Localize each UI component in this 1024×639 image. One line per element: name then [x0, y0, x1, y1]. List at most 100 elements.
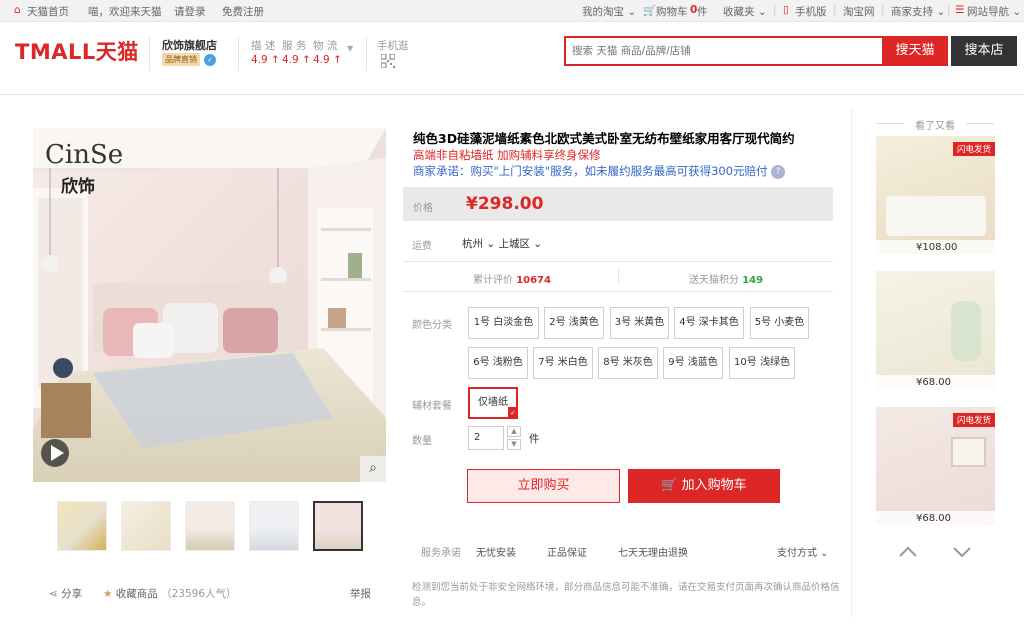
star-icon: ★ [103, 588, 113, 600]
price-label: 价格 [413, 203, 433, 214]
color-option-3[interactable]: 3号 米黄色 [610, 307, 669, 339]
service-return[interactable]: 七天无理由退换 [618, 544, 688, 559]
color-label: 颜色分类 [412, 320, 452, 331]
main-product-image[interactable]: CinSe 欣饰 ⌕ [33, 128, 386, 482]
recommend-item-2[interactable]: ¥68.00 [876, 271, 995, 389]
thumbnail-3[interactable] [185, 501, 235, 551]
merchant-label: 商家支持 [891, 6, 933, 18]
report-link[interactable]: 举报 [350, 586, 371, 601]
color-option-6[interactable]: 6号 浅粉色 [468, 347, 528, 379]
merchant-support-link[interactable]: 商家支持 ⌄ [891, 4, 945, 19]
recommend-plant-image [951, 301, 981, 361]
dsr-label-logistics: 物 流 [313, 40, 338, 52]
play-video-button[interactable] [41, 439, 69, 467]
recommend-bed-image [886, 196, 986, 236]
sitenav-label: 网站导航 [967, 6, 1009, 18]
dsr-value-service: 4.9 ↑ [282, 54, 311, 66]
color-option-9[interactable]: 9号 浅蓝色 [663, 347, 723, 379]
divider: | [947, 4, 951, 16]
add-to-cart-button[interactable]: 🛒 加入购物车 [628, 469, 780, 503]
login-link[interactable]: 请登录 [174, 4, 206, 19]
shipping-location-select[interactable]: 杭州 ⌄ 上城区 ⌄ [462, 236, 542, 251]
flash-delivery-badge: 闪电发货 [952, 142, 995, 156]
dsr-label-desc: 描 述 [251, 40, 276, 52]
search-tmall-button[interactable]: 搜天猫 [882, 36, 948, 66]
merchant-promise[interactable]: 商家承诺：购买"上门安装"服务，如未履约服务最高可获得300元赔付 ? [413, 163, 786, 179]
cart-icon[interactable]: 🛒 [643, 4, 656, 17]
cart-unit: 件 [697, 6, 708, 18]
payment-methods-dropdown[interactable]: 支付方式 ⌄ [777, 544, 829, 559]
recommend-item-1[interactable]: 闪电发货 ¥108.00 [876, 136, 995, 254]
security-notice: 检测到您当前处于非安全网络环境，部分商品信息可能不准确，请在交易支付页面再次确认… [412, 582, 840, 608]
recommend-item-3[interactable]: 闪电发货 ¥68.00 [876, 407, 995, 525]
points-label: 送天猫积分 [689, 275, 739, 286]
dsr-label-service: 服 务 [282, 40, 307, 52]
search-shop-button[interactable]: 搜本店 [951, 36, 1017, 66]
color-option-2[interactable]: 2号 浅黄色 [544, 307, 604, 339]
price-panel: 价格 ¥298.00 [403, 187, 833, 221]
shop-name[interactable]: 欣饰旗舰店 [162, 37, 217, 53]
register-link[interactable]: 免费注册 [222, 4, 264, 19]
color-option-7[interactable]: 7号 米白色 [533, 347, 593, 379]
reviews-count: 10674 [516, 275, 551, 286]
share-button[interactable]: ⋖ 分享 [49, 586, 82, 601]
taobao-link[interactable]: 淘宝网 [843, 4, 875, 19]
thumbnail-4[interactable] [249, 501, 299, 551]
quantity-increase-button[interactable]: ▲ [507, 426, 521, 437]
service-genuine[interactable]: 正品保证 [547, 544, 587, 559]
collect-label: 收藏商品 [115, 588, 158, 600]
my-taobao-link[interactable]: 我的淘宝 ⌄ [582, 4, 636, 19]
favorites-link[interactable]: 收藏夹 ⌄ [723, 4, 767, 19]
quantity-input[interactable]: 2 [468, 426, 504, 450]
search-input[interactable] [566, 38, 884, 64]
top-bar: ⌂ 天猫首页 喵，欢迎来天猫 请登录 免费注册 我的淘宝 ⌄ 🛒 购物车 0 件… [0, 0, 1024, 22]
mobile-icon[interactable]: ▯ [783, 4, 789, 16]
color-option-4[interactable]: 4号 深卡其色 [674, 307, 744, 339]
shop-level-icon: ✓ [204, 54, 216, 66]
flash-delivery-badge: 闪电发货 [952, 413, 995, 427]
home-icon[interactable]: ⌂ [14, 4, 21, 16]
service-install[interactable]: 无忧安装 [476, 544, 516, 559]
thumbnail-2[interactable] [121, 501, 171, 551]
reviews-label: 累计评价 [473, 275, 513, 286]
chevron-down-icon[interactable] [951, 544, 973, 560]
reviews-stat[interactable]: 累计评价 10674 [473, 271, 551, 286]
buy-now-button[interactable]: 立即购买 [467, 469, 620, 503]
tmall-logo[interactable]: TMALL天猫 [15, 36, 139, 66]
price-value: ¥298.00 [466, 194, 544, 214]
dsr-value-logistics: 4.9 ↑ [313, 54, 342, 66]
cart-link[interactable]: 购物车 [656, 4, 688, 19]
color-option-8[interactable]: 8号 米灰色 [598, 347, 658, 379]
sitenav-icon[interactable]: ☰ [955, 4, 964, 16]
dsr-value-desc: 4.9 ↑ [251, 54, 280, 66]
shipping-label: 运费 [412, 241, 432, 252]
divider: | [833, 4, 837, 16]
share-label: 分享 [61, 588, 83, 600]
collect-button[interactable]: ★ 收藏商品 （23596人气） [103, 586, 237, 601]
cart-icon: 🛒 [661, 478, 678, 493]
qr-code-icon[interactable] [381, 54, 395, 68]
help-icon[interactable]: ? [771, 164, 786, 179]
chevron-up-icon[interactable] [897, 544, 919, 560]
zoom-icon[interactable]: ⌕ [360, 456, 386, 482]
divider [851, 108, 852, 618]
thumbnail-1[interactable] [57, 501, 107, 551]
mobile-link[interactable]: 手机版 [795, 4, 827, 19]
product-subtitle: 高端非自粘墙纸 加购辅料享终身保修 [413, 148, 601, 162]
color-option-5[interactable]: 5号 小麦色 [750, 307, 809, 339]
color-option-1[interactable]: 1号 白淡金色 [468, 307, 539, 339]
divider [238, 37, 239, 71]
favorites-label: 收藏夹 [723, 6, 755, 18]
divider [366, 37, 367, 71]
dsr-expand-icon[interactable]: ▼ [347, 44, 353, 53]
mobile-browse-label: 手机逛 [377, 40, 409, 52]
color-option-10[interactable]: 10号 浅绿色 [729, 347, 795, 379]
home-link[interactable]: 天猫首页 [27, 4, 69, 19]
search-box [564, 36, 884, 66]
quantity-decrease-button[interactable]: ▼ [507, 439, 521, 450]
add-to-cart-label: 加入购物车 [681, 478, 747, 493]
divider [403, 261, 833, 262]
divider [618, 268, 619, 284]
thumbnail-5[interactable] [313, 501, 363, 551]
sitenav-link[interactable]: 网站导航 ⌄ [967, 4, 1021, 19]
